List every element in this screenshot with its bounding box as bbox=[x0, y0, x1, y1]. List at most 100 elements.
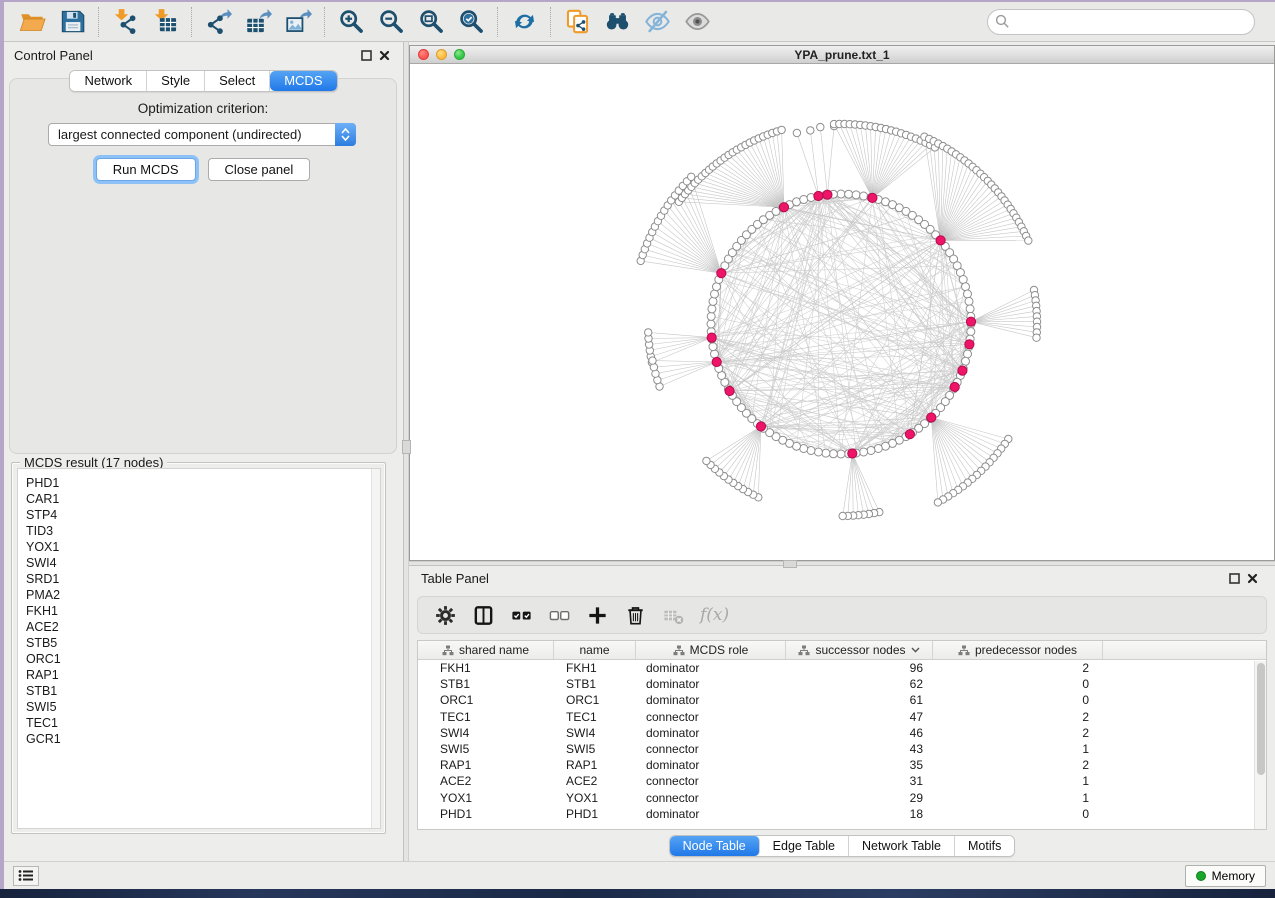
zoom-in-button[interactable] bbox=[331, 5, 371, 39]
mcds-result-node[interactable]: SRD1 bbox=[26, 571, 371, 587]
vertical-splitter[interactable] bbox=[403, 42, 409, 861]
close-panel-button[interactable] bbox=[375, 46, 393, 64]
hide-selected-button[interactable] bbox=[637, 5, 677, 39]
tab-node-table[interactable]: Node Table bbox=[670, 836, 760, 856]
table-row[interactable]: ACE2ACE2connector311 bbox=[418, 773, 1266, 789]
table-row[interactable]: ORC1ORC1dominator610 bbox=[418, 692, 1266, 708]
mcds-result-node[interactable]: TID3 bbox=[26, 523, 371, 539]
mcds-result-node[interactable]: CAR1 bbox=[26, 491, 371, 507]
apply-layout-button[interactable] bbox=[504, 5, 544, 39]
float-panel-button[interactable] bbox=[357, 46, 375, 64]
float-table-panel-button[interactable] bbox=[1225, 569, 1243, 587]
mcds-result-node[interactable]: PHD1 bbox=[26, 475, 371, 491]
criterion-select[interactable]: largest connected component (undirected) bbox=[48, 123, 356, 146]
column-header-shared-name[interactable]: shared name bbox=[418, 641, 554, 659]
mcds-result-node[interactable]: ORC1 bbox=[26, 651, 371, 667]
mcds-hub-node bbox=[814, 191, 823, 200]
column-header-successor-nodes[interactable]: successor nodes bbox=[786, 641, 933, 659]
table-row[interactable]: RAP1RAP1dominator352 bbox=[418, 757, 1266, 773]
mcds-result-node[interactable]: RAP1 bbox=[26, 667, 371, 683]
export-network-button[interactable] bbox=[198, 5, 238, 39]
tab-style[interactable]: Style bbox=[147, 71, 205, 91]
table-row[interactable]: PHD1PHD1dominator180 bbox=[418, 806, 1266, 822]
graph-node bbox=[708, 305, 716, 313]
table-row[interactable]: SWI4SWI4dominator462 bbox=[418, 725, 1266, 741]
show-all-button[interactable] bbox=[677, 5, 717, 39]
table-row[interactable]: SWI5SWI5connector431 bbox=[418, 741, 1266, 757]
mcds-result-node[interactable]: FKH1 bbox=[26, 603, 371, 619]
window-close-button[interactable] bbox=[418, 49, 429, 60]
memory-button[interactable]: Memory bbox=[1185, 865, 1266, 887]
delete-rows-button[interactable] bbox=[618, 599, 652, 631]
zoom-fit-content-button[interactable] bbox=[411, 5, 451, 39]
mcds-result-node[interactable]: YOX1 bbox=[26, 539, 371, 555]
table-cell: 2 bbox=[933, 661, 1103, 675]
save-session-button[interactable] bbox=[52, 5, 92, 39]
table-scrollbar[interactable] bbox=[1254, 661, 1266, 829]
first-neighbors-button[interactable] bbox=[597, 5, 637, 39]
window-maximize-button[interactable] bbox=[454, 49, 465, 60]
table-cell: FKH1 bbox=[554, 661, 636, 675]
run-mcds-button[interactable]: Run MCDS bbox=[96, 158, 196, 181]
mcds-result-node[interactable]: SWI4 bbox=[26, 555, 371, 571]
mcds-result-node[interactable]: GCR1 bbox=[26, 731, 371, 747]
mcds-result-node[interactable]: STP4 bbox=[26, 507, 371, 523]
close-icon bbox=[379, 50, 390, 61]
mcds-result-node[interactable]: SWI5 bbox=[26, 699, 371, 715]
mcds-result-node[interactable]: STB1 bbox=[26, 683, 371, 699]
mcds-result-node[interactable]: STB5 bbox=[26, 635, 371, 651]
tab-select[interactable]: Select bbox=[205, 71, 270, 91]
close-table-panel-button[interactable] bbox=[1243, 569, 1261, 587]
table-cell: TEC1 bbox=[418, 710, 554, 724]
graph-node bbox=[867, 447, 875, 455]
table-row[interactable]: TEC1TEC1connector472 bbox=[418, 709, 1266, 725]
export-image-button[interactable] bbox=[278, 5, 318, 39]
column-header-MCDS-role[interactable]: MCDS role bbox=[636, 641, 786, 659]
memory-status-icon bbox=[1196, 871, 1206, 881]
add-row-button[interactable] bbox=[580, 599, 614, 631]
table-cell: dominator bbox=[636, 807, 786, 821]
tab-network[interactable]: Network bbox=[70, 71, 147, 91]
mcds-result-node[interactable]: PMA2 bbox=[26, 587, 371, 603]
export-table-button[interactable] bbox=[238, 5, 278, 39]
show-columns-button[interactable] bbox=[466, 599, 500, 631]
close-panel-action-button[interactable]: Close panel bbox=[208, 158, 311, 181]
zoom-out-icon bbox=[378, 8, 405, 35]
select-all-rows-button[interactable] bbox=[504, 599, 538, 631]
table-row[interactable]: FKH1FKH1dominator962 bbox=[418, 660, 1266, 676]
mcds-result-node[interactable]: ACE2 bbox=[26, 619, 371, 635]
network-canvas[interactable] bbox=[410, 64, 1274, 560]
tab-mcds[interactable]: MCDS bbox=[270, 71, 336, 91]
zoom-fit-icon bbox=[418, 8, 445, 35]
plus-icon bbox=[586, 604, 609, 627]
tab-edge-table[interactable]: Edge Table bbox=[760, 836, 849, 856]
zoom-selected-button[interactable] bbox=[451, 5, 491, 39]
graph-node bbox=[817, 123, 824, 130]
tab-network-table[interactable]: Network Table bbox=[849, 836, 955, 856]
import-table-from-file-button[interactable] bbox=[145, 5, 185, 39]
zoom-out-button[interactable] bbox=[371, 5, 411, 39]
import-network-from-file-button[interactable] bbox=[105, 5, 145, 39]
graph-node bbox=[645, 329, 652, 336]
duplicate-network-button[interactable] bbox=[557, 5, 597, 39]
column-header-name[interactable]: name bbox=[554, 641, 636, 659]
table-cell: TEC1 bbox=[554, 710, 636, 724]
table-settings-button[interactable] bbox=[428, 599, 462, 631]
horizontal-splitter[interactable] bbox=[409, 561, 1275, 566]
graph-node bbox=[778, 126, 785, 133]
list-scrollbar[interactable] bbox=[371, 469, 380, 828]
search-input[interactable] bbox=[987, 9, 1255, 35]
task-history-button[interactable] bbox=[13, 866, 39, 886]
window-minimize-button[interactable] bbox=[436, 49, 447, 60]
table-cell: FKH1 bbox=[418, 661, 554, 675]
deselect-all-rows-button[interactable] bbox=[542, 599, 576, 631]
column-header-predecessor-nodes[interactable]: predecessor nodes bbox=[933, 641, 1103, 659]
mcds-result-node[interactable]: TEC1 bbox=[26, 715, 371, 731]
tab-motifs[interactable]: Motifs bbox=[955, 836, 1014, 856]
table-row[interactable]: STB1STB1dominator620 bbox=[418, 676, 1266, 692]
table-row[interactable]: YOX1YOX1connector291 bbox=[418, 790, 1266, 806]
duplicate-network-icon bbox=[564, 8, 591, 35]
network-window-titlebar[interactable]: YPA_prune.txt_1 bbox=[410, 46, 1274, 64]
open-network-button[interactable] bbox=[12, 5, 52, 39]
control-panel-title: Control Panel bbox=[14, 48, 93, 63]
